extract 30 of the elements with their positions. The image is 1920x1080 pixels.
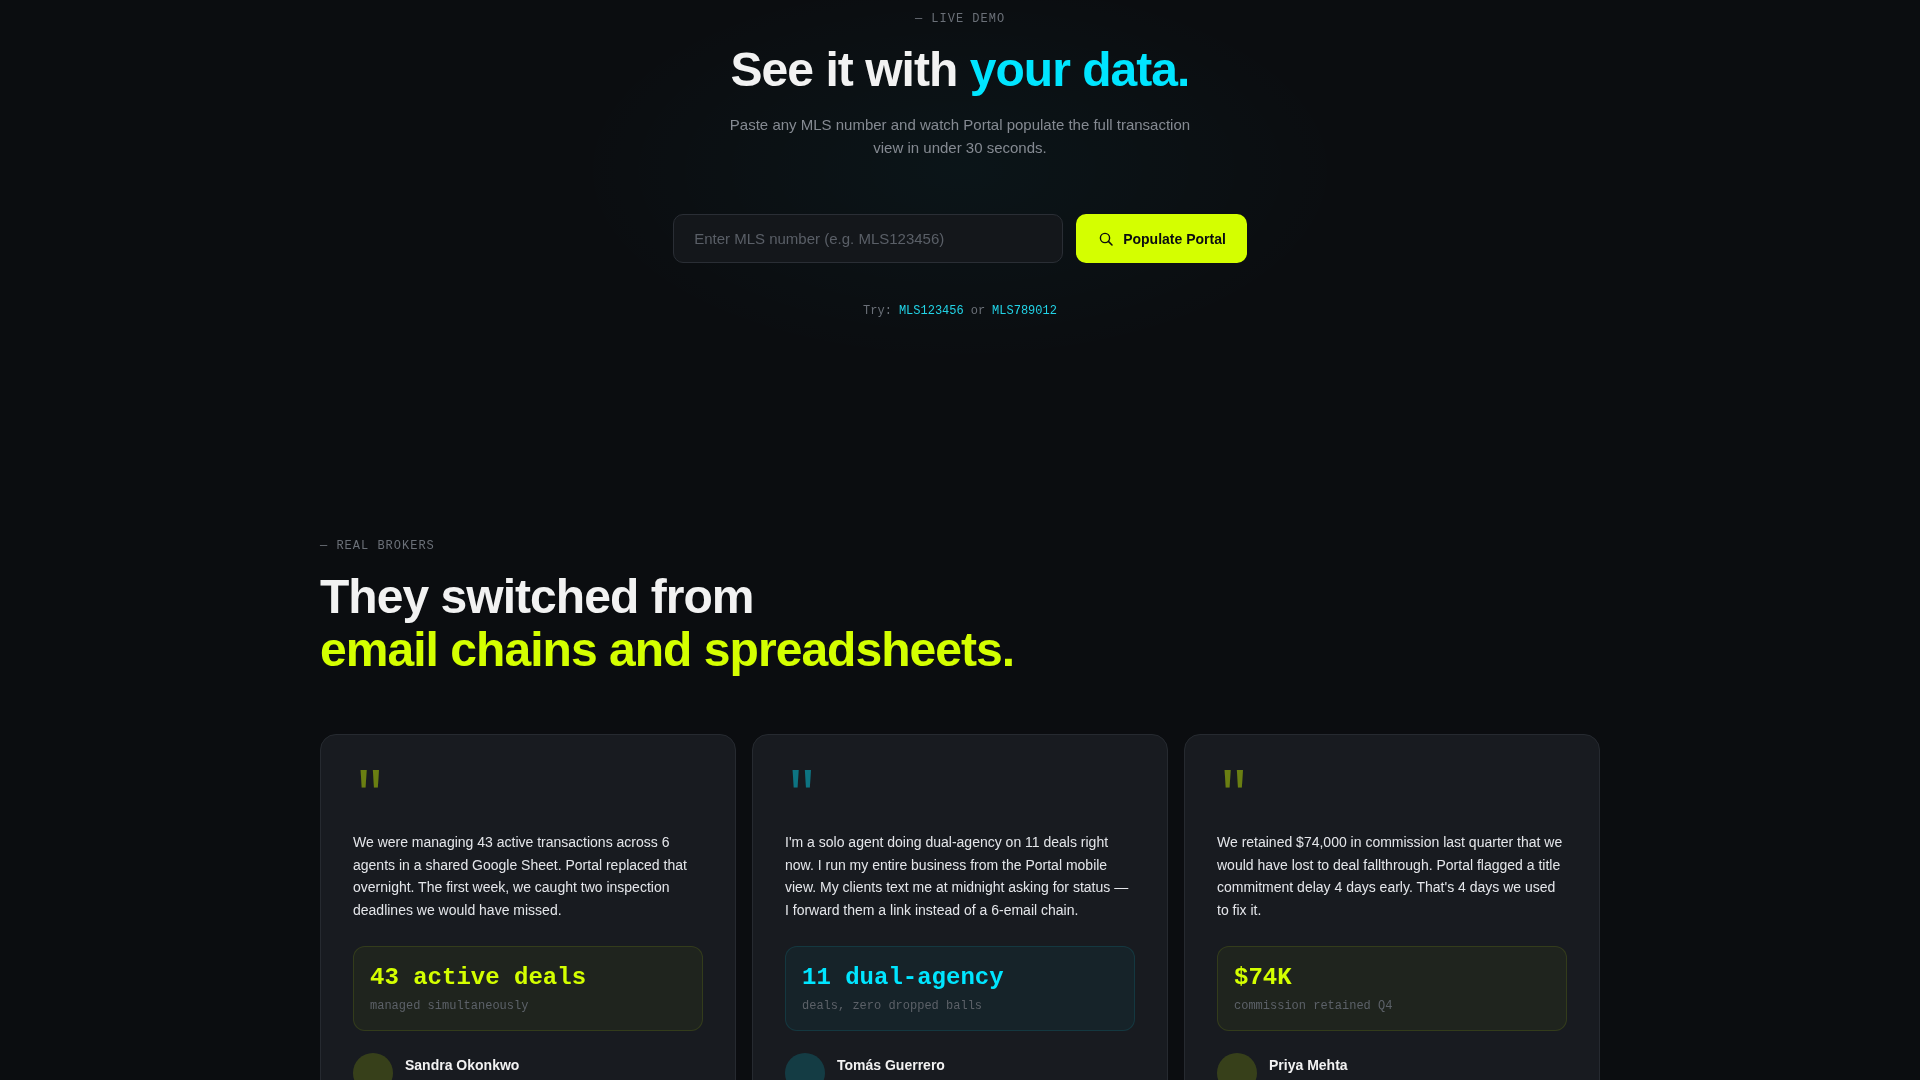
metric-caption: managed simultaneously [370, 997, 529, 1014]
try-label: Try: [863, 303, 892, 319]
section-heading: They switched from email chains and spreadsheets. [320, 570, 1015, 676]
populate-button[interactable]: Populate Portal [1076, 214, 1247, 263]
quote-mark: " [353, 767, 387, 823]
section-eyebrow: — LIVE DEMO [914, 11, 1006, 27]
separator-label: or [970, 303, 986, 319]
metric-caption: deals, zero dropped balls [802, 997, 983, 1014]
author-name: Sandra Okonkwo [405, 1055, 520, 1075]
testimonial-quote: I'm a solo agent doing dual-agency on 11 deals right now. I run my entire business from the Portal mobile view. My clients text me at midnight asking for status — I forward them a link instead of a 6-email chain. [785, 833, 1130, 921]
page-heading: See it with your data. [730, 43, 1190, 96]
author-name: Priya Mehta [1269, 1055, 1348, 1075]
quote-mark: " [1217, 767, 1251, 823]
search-icon [1099, 231, 1114, 246]
example-link[interactable]: MLS123456 [898, 303, 964, 319]
quote-mark: " [785, 767, 819, 823]
avatar-icon [353, 1052, 393, 1080]
avatar-icon [785, 1052, 825, 1080]
testimonial-quote: We were managing 43 active transactions across 6 agents in a shared Google Sheet. Portal replaced that overnight. The first week, we caught two inspection deadlines we would have missed. [353, 833, 688, 921]
metric-value: 43 active deals [370, 962, 587, 992]
metric-caption: commission retained Q4 [1234, 997, 1393, 1014]
mls-input-field[interactable]: Enter MLS number (e.g. MLS123456) [673, 214, 1064, 263]
metric-value: $74K [1234, 962, 1292, 992]
section-eyebrow: — REAL BROKERS [320, 538, 435, 554]
testimonial-quote: We retained $74,000 in commission last quarter that we would have lost to deal fallthrough. Portal flagged a title commitment delay 4 days early. That's 4 days we used to fix it. [1217, 833, 1564, 921]
hero-subtitle: Paste any MLS number and watch Portal populate the full transaction view in under 30 seconds. [728, 115, 1192, 158]
author-name: Tomás Guerrero [837, 1055, 945, 1075]
metric-value: 11 dual-agency [802, 962, 1004, 992]
example-link[interactable]: MLS789012 [992, 303, 1057, 319]
avatar-icon [1217, 1052, 1257, 1080]
